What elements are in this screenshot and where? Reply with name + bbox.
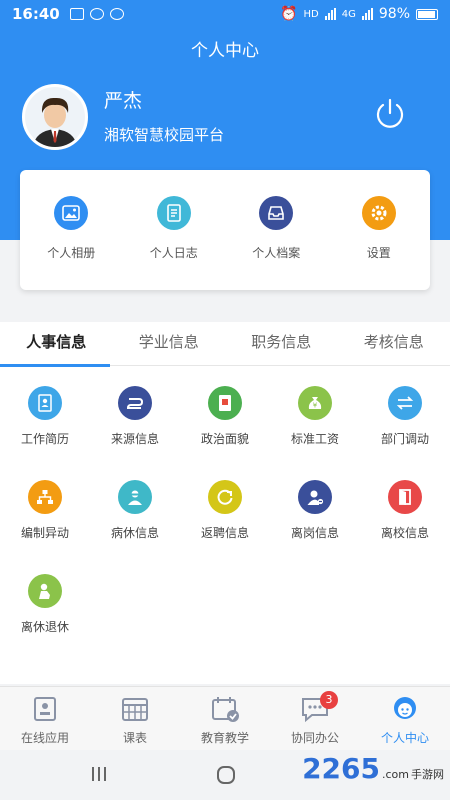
quick-action-label: 个人相册	[47, 246, 96, 260]
avatar-portrait-icon	[25, 87, 85, 147]
nav-education[interactable]: 教育教学	[180, 687, 270, 750]
education-calendar-icon	[212, 697, 239, 722]
active-tab-indicator	[0, 364, 110, 367]
alarm-notification-icon	[109, 8, 124, 20]
watermark-logo: 2265 .com 手游网	[302, 752, 444, 785]
logout-power-button[interactable]	[372, 96, 408, 132]
page-title: 个人中心	[191, 41, 259, 61]
watermark-number: 2265	[302, 752, 380, 785]
grid-item-label: 部门调动	[380, 432, 429, 446]
grid-item-rehire[interactable]: 返聘信息	[180, 480, 270, 574]
quick-action-journal[interactable]: 个人日志	[123, 170, 226, 290]
grid-item-dept-transfer[interactable]: 部门调动	[360, 386, 450, 480]
home-icon[interactable]	[215, 764, 237, 786]
money-bag-icon: ¥	[298, 386, 332, 420]
status-time: 16:40	[12, 5, 60, 23]
grid-item-work-resume[interactable]: 工作简历	[0, 386, 90, 480]
grid-item-retirement[interactable]: 离休退休	[0, 574, 90, 668]
online-app-icon	[34, 697, 56, 721]
quick-action-label: 个人档案	[252, 246, 301, 260]
grid-item-staffing-change[interactable]: 编制异动	[0, 480, 90, 574]
avatar[interactable]	[22, 84, 88, 150]
quick-action-settings[interactable]: 设置	[328, 170, 431, 290]
platform-name: 湘软智慧校园平台	[104, 126, 225, 144]
grid-item-label: 离岗信息	[290, 526, 339, 540]
timetable-icon	[122, 698, 148, 721]
image-notification-icon	[69, 8, 84, 20]
battery-icon	[416, 8, 438, 20]
grid-item-source-info[interactable]: 来源信息	[90, 386, 180, 480]
photo-album-icon	[54, 196, 89, 230]
resume-icon	[28, 386, 62, 420]
watermark-suffix: .com	[382, 768, 409, 781]
network-label: HD	[303, 8, 319, 20]
nav-timetable[interactable]: 课表	[90, 687, 180, 750]
nav-label: 教育教学	[200, 731, 249, 745]
grid-item-label: 病休信息	[110, 526, 159, 540]
svg-text:¥: ¥	[313, 402, 318, 410]
nav-online-apps[interactable]: 在线应用	[0, 687, 90, 750]
tab-assessment-info[interactable]: 考核信息	[338, 322, 450, 365]
battery-percent: 98%	[378, 6, 410, 22]
grid-item-label: 离校信息	[380, 526, 429, 540]
status-bar: 16:40 ⏰ HD 4G 98%	[0, 0, 450, 28]
tab-personnel-info[interactable]: 人事信息	[0, 322, 113, 365]
gear-icon	[361, 196, 396, 230]
rehire-icon	[208, 480, 242, 514]
grid-item-political-status[interactable]: 政治面貌	[180, 386, 270, 480]
archive-tray-icon	[259, 196, 294, 230]
signal-icon	[324, 8, 336, 20]
nav-label: 课表	[122, 731, 147, 745]
leave-post-icon	[298, 480, 332, 514]
watermark-text: 手游网	[411, 768, 444, 781]
nav-profile-center[interactable]: 个人中心	[360, 687, 450, 750]
info-tabs: 人事信息 学业信息 职务信息 考核信息	[0, 322, 450, 367]
political-book-icon	[208, 386, 242, 420]
recent-apps-icon[interactable]	[88, 764, 110, 784]
grid-item-label: 来源信息	[110, 432, 159, 446]
quick-action-photo-album[interactable]: 个人相册	[20, 170, 123, 290]
retire-icon	[28, 574, 62, 608]
tab-academic-info[interactable]: 学业信息	[113, 322, 226, 365]
grid-item-leave-post[interactable]: 离岗信息	[270, 480, 360, 574]
grid-item-label: 标准工资	[290, 432, 339, 446]
power-icon	[376, 98, 404, 128]
quick-action-label: 设置	[366, 246, 391, 260]
quick-action-label: 个人日志	[149, 246, 198, 260]
network2-label: 4G	[341, 8, 356, 20]
grid-item-label: 返聘信息	[200, 526, 249, 540]
bottom-navigation: 在线应用 课表 教育教学 3 协同办公 个人中心	[0, 686, 450, 750]
sick-leave-icon	[118, 480, 152, 514]
grid-item-standard-salary[interactable]: ¥ 标准工资	[270, 386, 360, 480]
nav-label: 在线应用	[20, 731, 69, 745]
source-icon	[118, 386, 152, 420]
nav-collaboration[interactable]: 3 协同办公	[270, 687, 360, 750]
tab-position-info[interactable]: 职务信息	[225, 322, 338, 365]
quick-action-archive[interactable]: 个人档案	[225, 170, 328, 290]
journal-icon	[156, 196, 191, 230]
org-chart-icon	[28, 480, 62, 514]
grid-item-label: 编制异动	[20, 526, 69, 540]
transfer-arrows-icon	[388, 386, 422, 420]
profile-center-icon	[394, 697, 416, 719]
alarm-icon: ⏰	[280, 6, 298, 22]
user-name: 严杰	[104, 90, 143, 112]
unread-badge: 3	[320, 691, 338, 709]
signal2-icon	[361, 8, 373, 20]
app-screen: 16:40 ⏰ HD 4G 98% 个人中心 严杰 湘软智慧校园平台 个人相册 …	[0, 0, 450, 800]
status-right: ⏰ HD 4G 98%	[280, 6, 438, 22]
nav-label: 协同办公	[290, 731, 339, 745]
exit-door-icon	[388, 480, 422, 514]
grid-item-leave-school[interactable]: 离校信息	[360, 480, 450, 574]
grid-item-label: 政治面貌	[200, 432, 249, 446]
grid-item-label: 离休退休	[20, 620, 69, 634]
main-panel: 人事信息 学业信息 职务信息 考核信息 工作简历 来源信息 政治面貌 ¥ 标准工…	[0, 322, 450, 684]
grid-item-sick-leave[interactable]: 病休信息	[90, 480, 180, 574]
nav-label: 个人中心	[380, 731, 429, 745]
quick-actions-card: 个人相册 个人日志 个人档案 设置	[20, 170, 430, 290]
notification-icons	[69, 8, 124, 20]
grid-item-label: 工作简历	[20, 432, 69, 446]
personnel-grid: 工作简历 来源信息 政治面貌 ¥ 标准工资 部门调动 编制异动 病休信息 返聘信…	[0, 366, 450, 668]
app-notification-icon	[89, 8, 104, 20]
